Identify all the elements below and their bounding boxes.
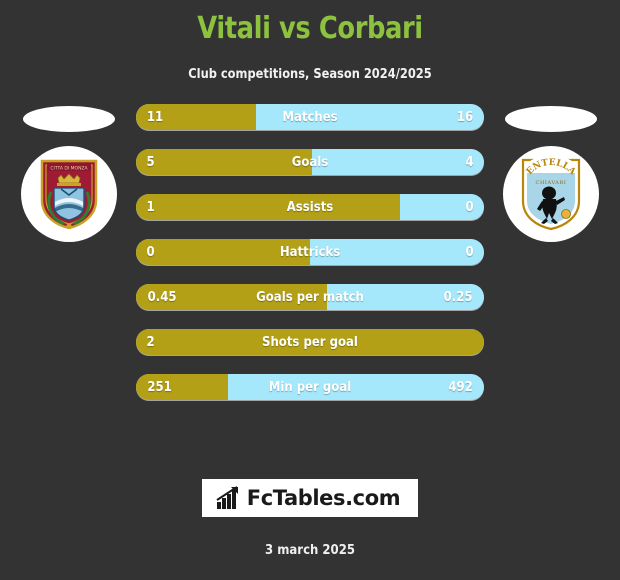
stat-label: Goals (291, 154, 329, 170)
stat-label: Hattricks (279, 244, 341, 260)
top-ellipse-decoration (23, 106, 115, 132)
stat-label: Goals per match (256, 289, 364, 305)
bar-chart-icon (216, 486, 238, 509)
home-value: 11 (146, 109, 164, 125)
page-title: Vitali vs Corbari (197, 11, 423, 46)
page-footer: FcTables.com 3 march 2025 (0, 479, 620, 580)
away-value: 0 (465, 199, 474, 215)
stat-label: Min per goal (268, 379, 352, 395)
stat-label: Assists (286, 199, 334, 215)
stat-row-hattricks: 0 Hattricks 0 (136, 239, 484, 265)
home-value: 1 (146, 199, 155, 215)
away-crest-icon: ENTELLA CHIAVARI (521, 157, 581, 231)
stat-row-assists: 1 Assists 0 (136, 194, 484, 220)
home-value: 0 (146, 244, 155, 260)
stat-row-shots-per-goal: 2 Shots per goal (136, 329, 484, 355)
stat-label: Matches (282, 109, 338, 125)
stats-bar-list: 11 Matches 16 5 Goals 4 1 Assists 0 0 Ha… (136, 104, 484, 419)
fctables-brand[interactable]: FcTables.com (201, 479, 419, 517)
brand-label: FcTables.com (246, 486, 401, 510)
svg-text:CHIAVARI: CHIAVARI (536, 180, 567, 186)
home-value: 0.45 (147, 289, 177, 305)
page-subtitle: Club competitions, Season 2024/2025 (188, 67, 432, 82)
away-value: 492 (448, 379, 473, 395)
home-team-logo-column: CITTA DI MONZA (14, 104, 124, 414)
comparison-area: CITTA DI MONZA 11 Matches 16 5 Goals 4 1… (0, 104, 620, 414)
home-crest-icon: CITTA DI MONZA (40, 159, 98, 230)
stat-row-goals: 5 Goals 4 (136, 149, 484, 175)
stat-row-goals-per-match: 0.45 Goals per match 0.25 (136, 284, 484, 310)
away-value: 0.25 (443, 289, 473, 305)
stat-label: Shots per goal (262, 334, 358, 350)
home-value: 2 (146, 334, 155, 350)
date-label: 3 march 2025 (265, 543, 355, 558)
home-team-crest: CITTA DI MONZA (21, 146, 117, 242)
top-ellipse-decoration (505, 106, 597, 132)
page-header: Vitali vs Corbari Club competitions, Sea… (0, 0, 620, 82)
home-value: 5 (146, 154, 155, 170)
away-value: 0 (465, 244, 474, 260)
away-value: 4 (465, 154, 474, 170)
svg-text:CITTA DI MONZA: CITTA DI MONZA (50, 166, 88, 172)
stat-row-matches: 11 Matches 16 (136, 104, 484, 130)
away-team-logo-column: ENTELLA CHIAVARI (496, 104, 606, 414)
home-value: 251 (147, 379, 172, 395)
away-team-crest: ENTELLA CHIAVARI (503, 146, 599, 242)
away-value: 16 (456, 109, 474, 125)
stat-row-min-per-goal: 251 Min per goal 492 (136, 374, 484, 400)
